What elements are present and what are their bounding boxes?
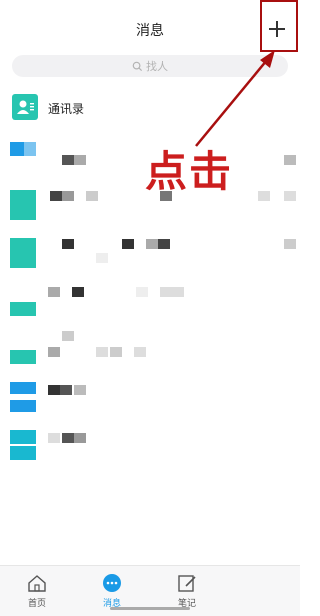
list-item[interactable] [0,375,300,423]
avatar [10,334,36,364]
home-indicator [110,607,190,610]
avatar [10,430,36,460]
tab-home[interactable]: 首页 [12,572,62,609]
annotation-label: 点击 [145,147,234,196]
plus-icon[interactable] [264,16,290,42]
search-input[interactable]: 找人 [12,55,288,77]
search-placeholder: 找人 [146,60,168,73]
home-icon [28,575,46,592]
avatar [10,286,36,316]
avatar [10,142,36,172]
list-item[interactable] [0,279,300,327]
chat-bubble-icon [103,574,121,592]
page-title: 消息 [136,23,164,39]
tab-notes[interactable]: 笔记 [162,572,212,609]
contacts-entry[interactable]: 通讯录 [0,92,300,126]
list-item[interactable] [0,231,300,279]
note-edit-icon [178,575,196,592]
avatar [10,190,36,220]
contacts-label: 通讯录 [48,102,85,116]
avatar [10,238,36,268]
list-item[interactable] [0,327,300,375]
tab-messages[interactable]: 消息 [87,572,137,609]
contacts-book-icon [12,94,38,120]
avatar [10,382,36,412]
search-icon [132,61,143,72]
list-item[interactable] [0,423,300,471]
top-bar: 消息 [0,0,300,58]
